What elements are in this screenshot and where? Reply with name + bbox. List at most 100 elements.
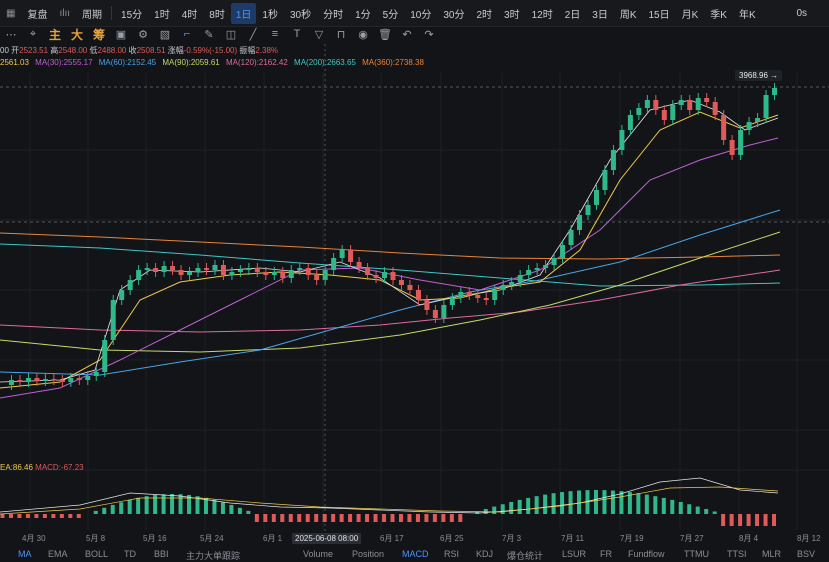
ma30-line [0, 137, 779, 399]
candle [254, 268, 260, 272]
macd-bar [229, 504, 234, 514]
macd-bar [441, 514, 446, 522]
price-chart[interactable] [0, 0, 829, 561]
candle [25, 378, 31, 382]
macd-bar [25, 514, 30, 518]
tab-liquidation[interactable]: 爆仓统计 [507, 549, 543, 562]
candle [424, 300, 430, 310]
macd-bar [551, 493, 556, 514]
macd-bar [305, 514, 310, 522]
macd-bar [670, 499, 675, 514]
macd-bar [373, 514, 378, 522]
candle [738, 130, 744, 155]
tab-volume[interactable]: Volume [303, 549, 333, 559]
macd-legend: EA:86.46 MACD:-67.23 [0, 463, 84, 472]
tab-fr[interactable]: FR [600, 549, 612, 559]
tab-macd[interactable]: MACD [402, 549, 429, 559]
macd-bar [203, 497, 208, 514]
ma5-line [0, 99, 779, 383]
candle [432, 310, 438, 318]
macd-bar [331, 514, 336, 522]
candle [187, 272, 193, 275]
candle [373, 275, 379, 278]
candle [755, 118, 761, 122]
candle [170, 266, 176, 270]
candle [551, 258, 557, 265]
candle [42, 379, 48, 381]
candle [593, 190, 599, 205]
macd-bar [492, 506, 497, 514]
macd-bar [704, 509, 709, 514]
macd-bar [653, 496, 658, 514]
macd-bar [161, 494, 166, 514]
tab-position[interactable]: Position [352, 549, 384, 559]
candle [17, 380, 23, 382]
ma120-line [0, 269, 781, 333]
macd-bar [568, 491, 573, 514]
candle [203, 268, 209, 270]
macd-bar [76, 514, 81, 518]
macd-bar [144, 496, 149, 514]
macd-bar [687, 504, 692, 514]
macd-bar [42, 514, 47, 518]
macd-dif-line [0, 477, 779, 514]
tab-bbi[interactable]: BBI [154, 549, 169, 559]
tab-lsur[interactable]: LSUR [562, 549, 586, 559]
candle [746, 122, 752, 130]
macd-bar [407, 514, 412, 522]
x-tick: 5月 8 [86, 534, 106, 543]
tab-rsi[interactable]: RSI [444, 549, 459, 559]
macd-bar [449, 514, 454, 522]
ma200-line [0, 243, 781, 287]
candle [280, 272, 286, 278]
tab-td[interactable]: TD [124, 549, 136, 559]
macd-bar [526, 497, 531, 514]
candle [59, 380, 65, 382]
x-tick: 7月 27 [680, 534, 704, 543]
candle [348, 250, 354, 262]
candle [110, 300, 116, 340]
candle [458, 292, 464, 298]
candle [237, 270, 243, 272]
macd-bar [136, 497, 141, 514]
tab-ttsi[interactable]: TTSI [727, 549, 747, 559]
macd-bar [712, 511, 717, 514]
tab-ema[interactable]: EMA [48, 549, 68, 559]
x-tick: 6月 1 [263, 534, 283, 543]
macd-bar [695, 506, 700, 514]
tab-main-order[interactable]: 主力大单跟踪 [186, 549, 240, 562]
candle [721, 115, 727, 140]
tab-ma[interactable]: MA [18, 549, 32, 559]
x-axis: 4月 30 5月 8 5月 16 5月 24 6月 1 6月 17 6月 25 … [0, 533, 829, 547]
candle [314, 275, 320, 280]
x-tick: 8月 12 [797, 534, 821, 543]
candle [577, 215, 583, 230]
indicator-tabs: MA EMA BOLL TD BBI 主力大单跟踪 Volume Positio… [0, 549, 829, 561]
candle [670, 105, 676, 120]
tab-ttmu[interactable]: TTMU [684, 549, 709, 559]
candle [661, 110, 667, 120]
x-tick: 7月 3 [502, 534, 522, 543]
macd-bar [178, 494, 183, 514]
candle [441, 305, 447, 318]
tab-bsv[interactable]: BSV [797, 549, 815, 559]
candle [653, 100, 659, 110]
candle [475, 295, 481, 298]
tab-mlr[interactable]: MLR [762, 549, 781, 559]
candle [339, 250, 345, 258]
x-tick: 5月 16 [143, 534, 167, 543]
tab-kdj[interactable]: KDJ [476, 549, 493, 559]
macd-bar [339, 514, 344, 522]
tab-boll[interactable]: BOLL [85, 549, 108, 559]
x-tick: 6月 25 [440, 534, 464, 543]
macd-bar [772, 514, 777, 526]
candle [619, 130, 625, 150]
macd-bar [746, 514, 751, 526]
tab-fundflow[interactable]: Fundflow [628, 549, 665, 559]
macd-bar [678, 502, 683, 514]
candle [288, 270, 294, 278]
candle [51, 379, 57, 381]
macd-bar [432, 514, 437, 522]
macd-bar [424, 514, 429, 522]
macd-bar [17, 514, 22, 518]
